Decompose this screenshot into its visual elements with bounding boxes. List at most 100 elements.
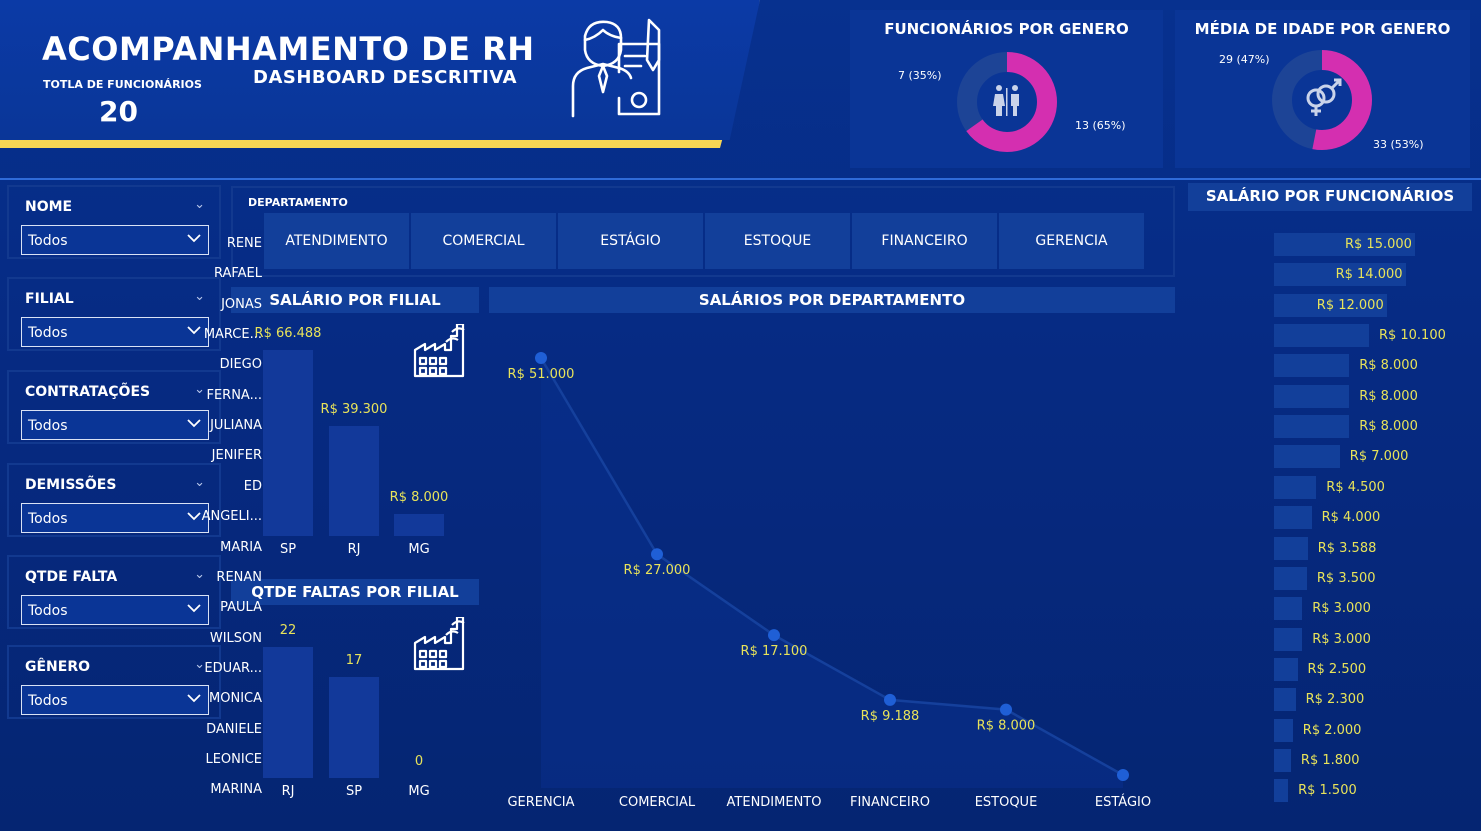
salary-label: R$ 4.500 [1326, 479, 1385, 495]
employee-name: RAFAEL [213, 266, 262, 282]
dept-button-estagio[interactable]: ESTÁGIO [558, 213, 703, 269]
chevron-down-icon[interactable]: ⌄ [194, 382, 205, 397]
salario-funcionarios-title: SALÁRIO POR FUNCIONÁRIOS [1188, 183, 1472, 211]
gender-symbol-icon [1306, 78, 1342, 116]
salary-bar[interactable] [1274, 566, 1307, 590]
factory-icon [413, 617, 465, 671]
dept-button-atendimento[interactable]: ATENDIMENTO [264, 213, 409, 269]
employee-name: RENE [226, 236, 262, 251]
salario-departamento-chart: R$ 51.000 GERENCIA R$ 27.000 COMERCIAL R$ 17… [507, 352, 1151, 810]
x-tick-label: FINANCEIRO [850, 795, 930, 810]
data-point[interactable] [1117, 769, 1129, 781]
filter-label: GÊNERO [25, 659, 91, 675]
data-label: R$ 51.000 [508, 367, 575, 382]
data-point[interactable] [884, 693, 896, 706]
dept-button-estoque[interactable]: ESTOQUE [705, 213, 850, 269]
x-tick-label: RJ [281, 784, 295, 799]
employee-name: MARCE... [203, 327, 262, 343]
filter-selected-value: Todos [28, 511, 68, 527]
filter-dropdown[interactable]: Todos [21, 225, 209, 255]
salary-label: R$ 3.000 [1312, 601, 1371, 617]
salary-label: R$ 12.000 [1316, 297, 1384, 313]
filter-dropdown[interactable]: Todos [21, 503, 209, 533]
salary-bar[interactable] [1274, 506, 1312, 530]
dropdown-arrow-icon [187, 604, 201, 613]
bar-sp[interactable] [263, 350, 313, 536]
filter-dropdown[interactable]: Todos [21, 317, 209, 347]
dept-button-comercial[interactable]: COMERCIAL [411, 213, 556, 269]
employee-name: EDUAR... [204, 660, 262, 676]
employee-name: MARINA [210, 782, 262, 798]
gender-count-label-a: 7 (35%) [898, 69, 942, 82]
salario-departamento-title: SALÁRIOS POR DEPARTAMENTO [489, 287, 1175, 313]
chevron-down-icon[interactable]: ⌄ [194, 197, 205, 212]
filter-gnero: GÊNERO ⌄ Todos [7, 645, 221, 719]
filter-selected-value: Todos [28, 325, 68, 341]
salary-bar[interactable] [1274, 354, 1350, 378]
bar-mg[interactable] [394, 513, 444, 536]
dropdown-arrow-icon [187, 419, 201, 428]
data-point[interactable] [768, 629, 780, 642]
x-tick-label: GERENCIA [507, 795, 574, 810]
chevron-down-icon[interactable]: ⌄ [194, 657, 205, 672]
page-title: ACOMPANHAMENTO DE RH [42, 30, 535, 68]
salary-label: R$ 2.000 [1302, 722, 1362, 738]
employee-name: MARIA [220, 539, 262, 555]
x-tick-label: MG [408, 542, 430, 557]
age-avg-title: MÉDIA DE IDADE POR GENERO [1194, 20, 1451, 38]
salary-bar[interactable] [1274, 688, 1296, 712]
bar-rj[interactable] [263, 647, 313, 778]
filter-filial: FILIAL ⌄ Todos [7, 277, 221, 351]
data-point[interactable] [651, 548, 663, 561]
chevron-down-icon[interactable]: ⌄ [194, 567, 205, 582]
data-label: R$ 8.000 [389, 489, 449, 505]
data-label: R$ 8.000 [977, 719, 1036, 734]
employee-name: DIEGO [219, 357, 262, 373]
salary-bar[interactable] [1274, 475, 1317, 499]
salary-label: R$ 1.500 [1298, 783, 1357, 799]
filter-dropdown[interactable]: Todos [21, 685, 209, 715]
salary-bar[interactable] [1274, 597, 1303, 621]
employee-name: JONAS [221, 296, 262, 312]
age-avg-label-b: 33 (53%) [1373, 138, 1424, 151]
data-label: R$ 66.488 [254, 326, 322, 341]
salary-bar[interactable] [1274, 445, 1340, 469]
x-tick-label: SP [279, 542, 297, 557]
filter-dropdown[interactable]: Todos [21, 410, 209, 440]
filter-label: NOME [25, 199, 73, 215]
salary-bar[interactable] [1274, 324, 1369, 348]
dept-button-financeiro[interactable]: FINANCEIRO [852, 213, 997, 269]
employee-name: LEONICE [205, 751, 262, 767]
salary-bar[interactable] [1274, 748, 1291, 772]
chevron-down-icon[interactable]: ⌄ [194, 289, 205, 304]
employee-name: WILSON [209, 630, 262, 646]
salary-bar[interactable] [1274, 627, 1303, 651]
data-point[interactable] [535, 352, 547, 364]
filter-label: DEMISSÕES [25, 477, 117, 493]
filter-dropdown[interactable]: Todos [21, 595, 209, 625]
salary-label: R$ 3.000 [1312, 631, 1371, 647]
employee-name: PAULA [220, 600, 262, 616]
x-tick-label: COMERCIAL [619, 795, 696, 810]
total-employees-label: TOTLA DE FUNCIONÁRIOS [43, 78, 202, 91]
bar-rj[interactable] [329, 426, 379, 536]
factory-icon [413, 324, 465, 378]
data-label: R$ 39.300 [320, 402, 388, 418]
salary-bar[interactable] [1274, 536, 1308, 560]
data-point[interactable] [1000, 703, 1012, 716]
salary-bar[interactable] [1274, 384, 1350, 408]
filter-label: FILIAL [25, 291, 74, 307]
department-slicer: DEPARTAMENTO ATENDIMENTO COMERCIAL ESTÁG… [231, 186, 1175, 277]
filter-label: CONTRATAÇÕES [25, 384, 151, 400]
salary-bar[interactable] [1274, 415, 1350, 439]
dept-button-gerencia[interactable]: GERENCIA [999, 213, 1144, 269]
data-label: 0 [414, 754, 424, 769]
bar-sp[interactable] [329, 676, 379, 778]
salary-label: R$ 15.000 [1345, 237, 1412, 252]
chevron-down-icon[interactable]: ⌄ [194, 475, 205, 490]
salary-bar[interactable] [1274, 718, 1293, 742]
salary-bar[interactable] [1274, 657, 1298, 681]
filter-selected-value: Todos [28, 693, 68, 709]
salary-bar[interactable] [1274, 779, 1289, 803]
data-label: 22 [279, 623, 297, 638]
